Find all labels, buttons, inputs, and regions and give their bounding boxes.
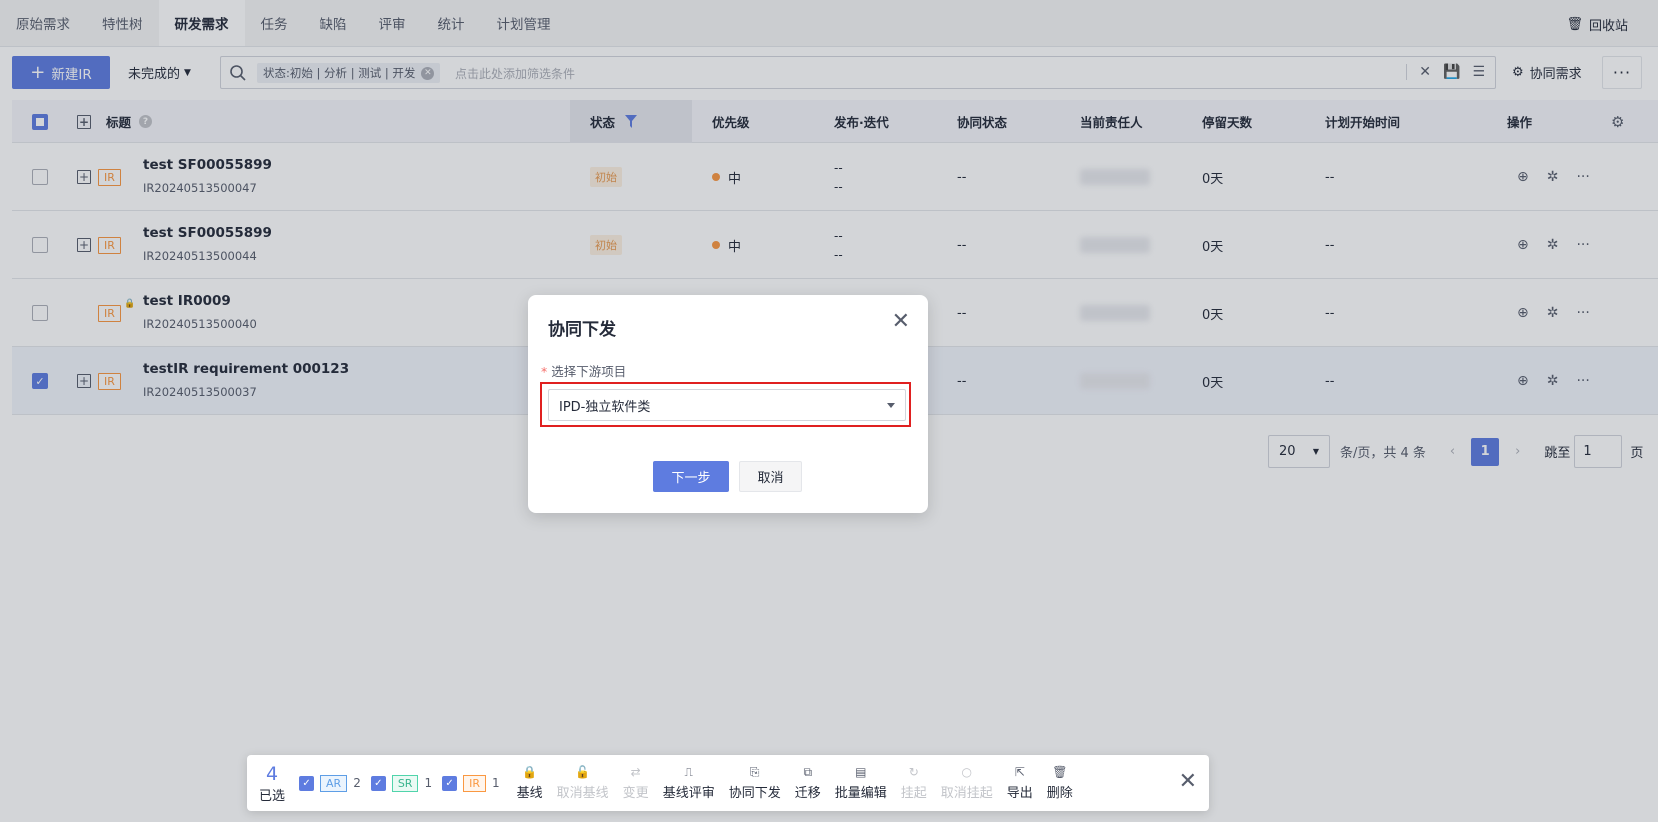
dialog-title: 协同下发 bbox=[548, 320, 616, 340]
batch-action-9[interactable]: ⇱ 导出 bbox=[1007, 765, 1033, 801]
batch-edit-icon: ▤ bbox=[855, 765, 867, 779]
suspend-icon: ↻ bbox=[908, 765, 919, 779]
batch-action-label: 取消基线 bbox=[556, 786, 609, 801]
field-label-text: 选择下游项目 bbox=[551, 364, 627, 379]
batch-action-label: 协同下发 bbox=[728, 786, 781, 801]
export-icon: ⇱ bbox=[1014, 765, 1025, 779]
batch-action-label: 导出 bbox=[1006, 786, 1033, 801]
batch-action-label: 迁移 bbox=[794, 786, 821, 801]
move-icon: ⧉ bbox=[803, 765, 813, 779]
batch-action-7[interactable]: ↻ 挂起 bbox=[901, 765, 927, 801]
downstream-project-select[interactable]: IPD-独立软件类 bbox=[548, 389, 906, 421]
batch-action-5[interactable]: ⧉ 迁移 bbox=[795, 765, 821, 801]
type-tag: SR bbox=[391, 774, 419, 792]
close-icon[interactable]: ✕ bbox=[892, 311, 910, 333]
shuffle-icon: ⇄ bbox=[630, 765, 641, 779]
selected-count: 4 已选 bbox=[259, 763, 285, 804]
resume-icon: ○ bbox=[961, 765, 973, 779]
batch-action-label: 挂起 bbox=[900, 786, 927, 801]
batch-action-label: 基线 bbox=[516, 786, 543, 801]
selected-project: IPD-独立软件类 bbox=[559, 399, 651, 415]
collab-dispatch-dialog: 协同下发 ✕ * 选择下游项目 IPD-独立软件类 下一步 取消 bbox=[528, 295, 928, 513]
batch-action-3[interactable]: ⎍ 基线评审 bbox=[663, 765, 715, 801]
trash-icon: 🗑 bbox=[1052, 765, 1068, 779]
batch-action-4[interactable]: ⎘ 协同下发 bbox=[729, 765, 781, 801]
batch-action-8[interactable]: ○ 取消挂起 bbox=[941, 765, 993, 801]
batch-action-label: 取消挂起 bbox=[940, 786, 993, 801]
checkbox-icon[interactable]: ✓ bbox=[299, 775, 315, 791]
next-button[interactable]: 下一步 bbox=[653, 461, 729, 492]
close-batch-icon[interactable]: ✕ bbox=[1179, 769, 1197, 794]
caret-down-icon bbox=[887, 402, 895, 408]
field-label: * 选择下游项目 bbox=[541, 361, 626, 380]
stamp-icon: ⎍ bbox=[684, 765, 693, 779]
batch-action-10[interactable]: 🗑 删除 bbox=[1047, 765, 1073, 801]
batch-action-2[interactable]: ⇄ 变更 bbox=[623, 765, 649, 801]
selected-count-label: 已选 bbox=[259, 788, 286, 804]
type-count: 1 bbox=[492, 776, 500, 790]
batch-action-label: 变更 bbox=[622, 786, 649, 801]
batch-action-1[interactable]: 🔓 取消基线 bbox=[557, 765, 609, 801]
batch-action-label: 批量编辑 bbox=[834, 786, 887, 801]
type-count: 2 bbox=[353, 776, 361, 790]
type-tag: IR bbox=[463, 774, 486, 792]
type-count: 1 bbox=[424, 776, 433, 790]
batch-action-0[interactable]: 🔒 基线 bbox=[517, 765, 543, 801]
type-filter-ir[interactable]: ✓ IR 1 bbox=[442, 774, 500, 792]
batch-action-label: 基线评审 bbox=[662, 786, 715, 801]
batch-action-label: 删除 bbox=[1046, 786, 1073, 801]
type-filter-sr[interactable]: ✓ SR 1 bbox=[370, 774, 433, 792]
type-tag: AR bbox=[320, 774, 348, 792]
checkbox-icon[interactable]: ✓ bbox=[442, 775, 458, 791]
unlock-icon: 🔓 bbox=[575, 765, 591, 779]
cancel-button[interactable]: 取消 bbox=[739, 461, 802, 492]
doc-send-icon: ⎘ bbox=[749, 765, 760, 779]
batch-action-6[interactable]: ▤ 批量编辑 bbox=[835, 765, 887, 801]
checkbox-icon[interactable]: ✓ bbox=[370, 775, 386, 791]
batch-action-bar: 4 已选 ✓ AR 2 ✓ SR 1 ✓ IR 1 🔒 基线 🔓 取消基线 ⇄ 变更 ⎍ 基线评审 ⎘ 协同下发 ⧉… bbox=[247, 755, 1209, 811]
lock-icon: 🔒 bbox=[522, 765, 538, 779]
required-mark: * bbox=[541, 364, 548, 379]
type-filter-ar[interactable]: ✓ AR 2 bbox=[299, 774, 361, 792]
selected-count-number: 4 bbox=[265, 762, 279, 785]
